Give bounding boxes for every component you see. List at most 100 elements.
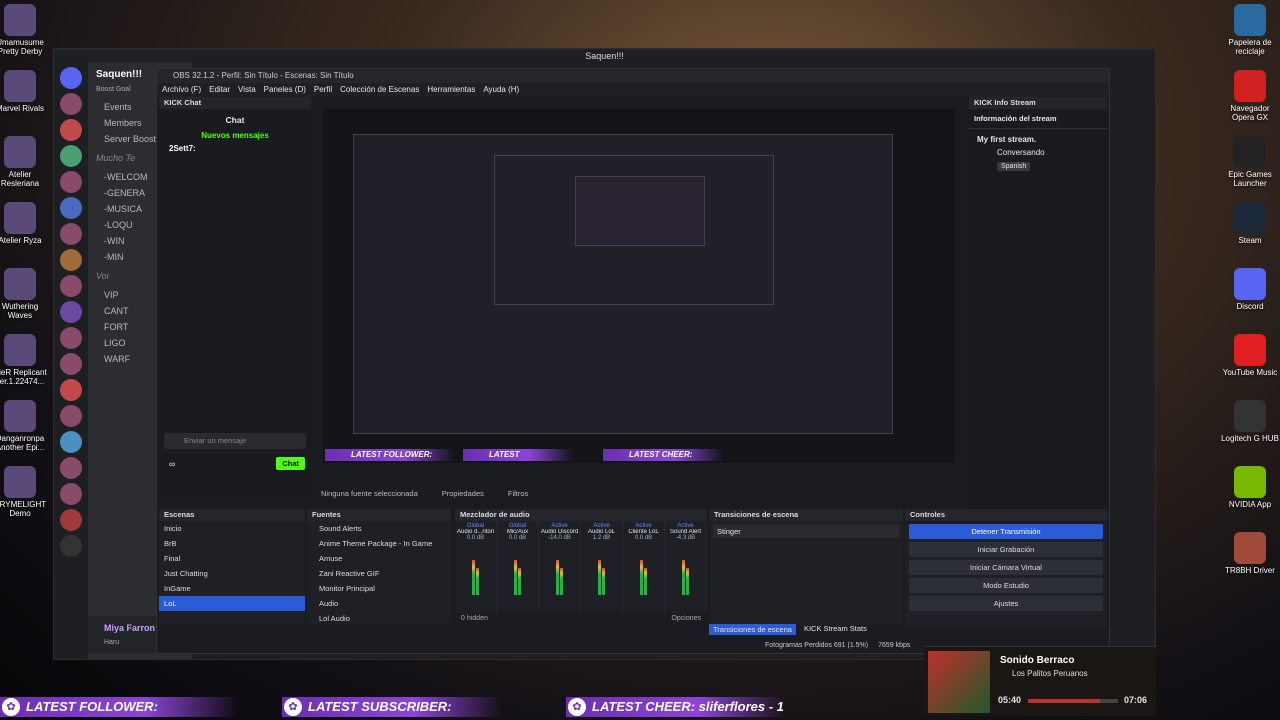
desktop-icon[interactable]: Wuthering Waves: [0, 268, 50, 320]
app-icon: [1234, 532, 1266, 564]
scene-item[interactable]: Final: [159, 551, 305, 566]
vu-bar: [643, 567, 647, 595]
mixer-channel: Global Mic/Aux 0.0 dB: [497, 521, 539, 613]
vu-bar: [681, 560, 685, 595]
desktop-icon[interactable]: NieR Replicant ver.1.22474...: [0, 334, 50, 386]
properties-button[interactable]: Propiedades: [442, 489, 484, 503]
desktop-icon-label: Navegador Opera GX: [1230, 104, 1270, 122]
tab-kick-stats[interactable]: KICK Stream Stats: [804, 624, 867, 635]
now-playing-widget: Sonido Berraco Los Palitos Peruanos 05:4…: [924, 646, 1156, 716]
tab-transitions[interactable]: Transiciones de escena: [709, 624, 796, 635]
chat-message-user[interactable]: 2Sett7:: [159, 140, 311, 157]
desktop-icon-label: Marvel Rivals: [0, 104, 44, 113]
kick-info-title: KICK Info Stream: [969, 97, 1107, 109]
scene-item[interactable]: InGame: [159, 581, 305, 596]
scene-item[interactable]: BrB: [159, 536, 305, 551]
vu-bar: [513, 560, 517, 595]
obs-menu-item[interactable]: Herramientas: [427, 83, 475, 97]
desktop-icon[interactable]: Danganronpa Another Epi...: [0, 400, 50, 452]
info-section: Información del stream: [969, 109, 1107, 129]
hidden-count[interactable]: 0 hidden: [461, 615, 488, 622]
desktop-icon-label: Logitech G HUB: [1221, 434, 1279, 443]
control-button[interactable]: Iniciar Grabación: [909, 542, 1103, 557]
source-item[interactable]: Lol Audio: [307, 611, 451, 626]
transition-select[interactable]: Stinger: [713, 525, 899, 538]
vu-meter: [667, 545, 704, 595]
paw-icon: ✿: [284, 698, 302, 716]
preview-cheer-banner: LATEST CHEER: sliferflores - 1: [603, 449, 723, 463]
source-item[interactable]: Audio: [307, 596, 451, 611]
app-icon: [1234, 4, 1266, 36]
source-item[interactable]: Monitor Principal: [307, 581, 451, 596]
control-button[interactable]: Detener Transmisión: [909, 524, 1103, 539]
desktop-icon[interactable]: Papelera de reciclaje: [1220, 4, 1280, 56]
desktop-icon[interactable]: Steam: [1220, 202, 1280, 245]
app-icon: [4, 466, 36, 498]
control-button[interactable]: Iniciar Cámara Virtual: [909, 560, 1103, 575]
control-button[interactable]: Ajustes: [909, 596, 1103, 611]
vu-meter: [499, 545, 536, 595]
desktop-icon[interactable]: CRYMELIGHT Demo: [0, 466, 50, 518]
vu-bar: [475, 567, 479, 595]
obs-menu-item[interactable]: Archivo (F): [162, 83, 201, 97]
source-item[interactable]: Zani Reactive GIF: [307, 566, 451, 581]
sources-title: Fuentes: [307, 509, 451, 521]
desktop-icon[interactable]: Marvel Rivals: [0, 70, 50, 113]
obs-preview[interactable]: LATEST FOLLOWER: lindsey_dibbert LATEST …: [323, 109, 955, 463]
desktop-icon-label: YouTube Music: [1222, 368, 1278, 377]
song-artist: Los Palitos Peruanos: [1012, 669, 1088, 678]
desktop-icon-label: Atelier Ryza: [0, 236, 42, 245]
desktop-icon[interactable]: YouTube Music: [1220, 334, 1280, 377]
obs-menu-item[interactable]: Perfil: [314, 83, 332, 97]
desktop-icon[interactable]: Epic Games Launcher: [1220, 136, 1280, 188]
source-item[interactable]: Sound Alerts: [307, 521, 451, 536]
preview-subscriber-banner: LATEST SUBSCRIBER:: [463, 449, 573, 463]
source-item[interactable]: Anime Theme Package - In Game: [307, 536, 451, 551]
desktop-icon[interactable]: Discord: [1220, 268, 1280, 311]
app-icon: [1234, 202, 1266, 234]
obs-menu-item[interactable]: Ayuda (H): [483, 83, 519, 97]
new-messages-label[interactable]: Nuevos mensajes: [159, 131, 311, 140]
app-icon: [4, 136, 36, 168]
controls-title: Controles: [905, 509, 1107, 521]
obs-menu-item[interactable]: Editar: [209, 83, 230, 97]
vu-meter: [541, 545, 578, 595]
vu-bar: [555, 560, 559, 595]
time-total: 07:06: [1124, 695, 1148, 705]
app-icon: [4, 400, 36, 432]
album-art: [928, 651, 990, 713]
chat-send-button[interactable]: Chat: [276, 457, 305, 470]
follower-banner: ✿LATEST FOLLOWER: lindsey_dibbert: [0, 697, 240, 720]
mixer-options[interactable]: Opciones: [671, 615, 701, 622]
control-button[interactable]: Modo Estudio: [909, 578, 1103, 593]
desktop-icon[interactable]: NVIDIA App: [1220, 466, 1280, 509]
chat-input[interactable]: Enviar un mensaje: [164, 433, 306, 449]
vu-bar: [597, 560, 601, 595]
obs-menu-item[interactable]: Colección de Escenas: [340, 83, 419, 97]
obs-window: OBS 32.1.2 - Perfil: Sin Título - Escena…: [156, 68, 1110, 654]
scene-item[interactable]: LoL: [159, 596, 305, 611]
app-icon: [1234, 334, 1266, 366]
source-item[interactable]: Amuse: [307, 551, 451, 566]
transitions-dock: Transiciones de escena Stinger: [709, 509, 903, 637]
discord-title: Saquen!!!: [54, 49, 1155, 63]
scene-item[interactable]: Just Chatting: [159, 566, 305, 581]
vu-bar: [685, 567, 689, 595]
scene-item[interactable]: Inicio: [159, 521, 305, 536]
obs-menu-item[interactable]: Paneles (D): [264, 83, 306, 97]
filters-button[interactable]: Filtros: [508, 489, 528, 503]
mixer-channel: Active Audio LoL 1.2 dB: [581, 521, 623, 613]
infinity-icon[interactable]: ∞: [169, 459, 175, 469]
obs-menu-item[interactable]: Vista: [238, 83, 256, 97]
desktop-icon[interactable]: Logitech G HUB: [1220, 400, 1280, 443]
paw-icon: ✿: [568, 698, 586, 716]
desktop-icon[interactable]: Umamusume Pretty Derby: [0, 4, 50, 56]
subscriber-banner: ✿ LATEST SUBSCRIBER:: [282, 697, 502, 717]
preview-follower-banner: LATEST FOLLOWER: lindsey_dibbert: [325, 449, 455, 463]
vu-bar: [601, 567, 605, 595]
desktop-icon[interactable]: TR8BH Driver: [1220, 532, 1280, 575]
desktop-icon[interactable]: Navegador Opera GX: [1220, 70, 1280, 122]
desktop-icon[interactable]: Atelier Ryza: [0, 202, 50, 245]
server-list[interactable]: [54, 63, 88, 659]
desktop-icon[interactable]: Atelier Resleriana: [0, 136, 50, 188]
